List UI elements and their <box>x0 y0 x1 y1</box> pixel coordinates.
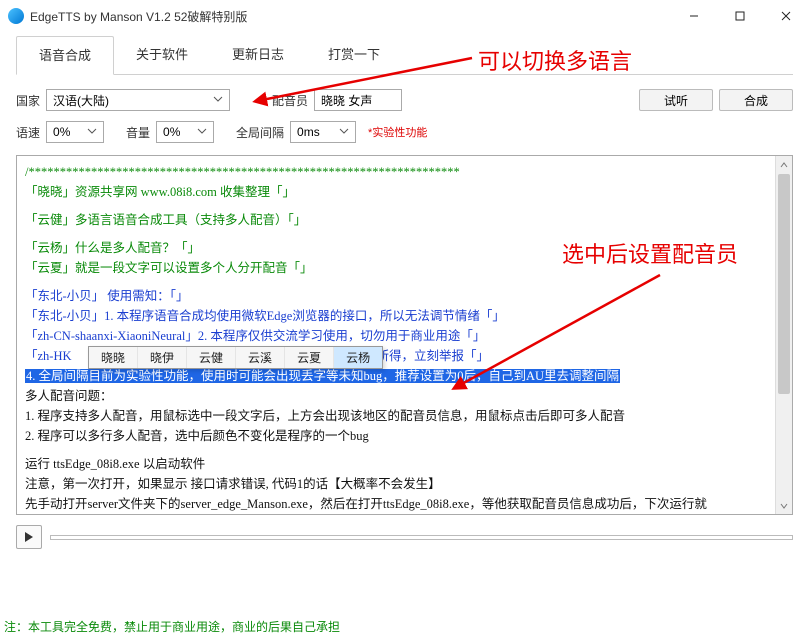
progress-slider[interactable] <box>50 535 793 540</box>
speed-value: 0% <box>53 125 70 139</box>
editor-line: 先手动打开server文件夹下的server_edge_Manson.exe，然… <box>25 494 767 514</box>
titlebar: EdgeTTS by Manson V1.2 52破解特别版 <box>0 0 809 32</box>
tab-donate[interactable]: 打赏一下 <box>306 36 402 74</box>
editor-line: /***************************************… <box>25 162 767 182</box>
tab-changelog[interactable]: 更新日志 <box>210 36 306 74</box>
voice-option[interactable]: 云健 <box>187 347 236 368</box>
window-controls <box>671 0 809 32</box>
player-bar <box>16 525 793 549</box>
editor-line: 注意，第一次打开，如果显示 接口请求错误, 代码1的话【大概率不会发生】 <box>25 474 767 494</box>
row-params: 语速 0% 音量 0% 全局间隔 0ms *实验性功能 <box>16 121 793 143</box>
vertical-scrollbar[interactable] <box>775 156 792 514</box>
tab-about[interactable]: 关于软件 <box>114 36 210 74</box>
text-editor[interactable]: /***************************************… <box>16 155 793 515</box>
footer-note: 注：本工具完全免费，禁止用于商业用途，商业的后果自己承担 <box>0 612 809 639</box>
voice-popup-menu: 晓晓 晓伊 云健 云溪 云夏 云杨 <box>88 346 383 369</box>
editor-line: 2. 程序可以多行多人配音，选中后颜色不变化是程序的一个bug <box>25 426 767 446</box>
chevron-down-icon <box>197 125 207 139</box>
editor-line: 「东北-小贝」 使用需知：「」 <box>25 289 189 303</box>
voice-actor-value: 晓晓 女声 <box>321 92 372 109</box>
editor-line: 多人配音问题： <box>25 386 767 406</box>
editor-line: 「云夏」就是一段文字可以设置多个人分开配音「」 <box>25 261 313 275</box>
speed-select[interactable]: 0% <box>46 121 104 143</box>
editor-line: 1. 程序支持多人配音，用鼠标选中一段文字后，上方会出现该地区的配音员信息，用鼠… <box>25 406 767 426</box>
app-icon <box>8 8 24 24</box>
chevron-down-icon <box>213 93 223 107</box>
scrollbar-thumb[interactable] <box>778 174 790 394</box>
voice-option[interactable]: 晓伊 <box>138 347 187 368</box>
voice-option[interactable]: 云夏 <box>285 347 334 368</box>
close-button[interactable] <box>763 0 809 32</box>
window-title: EdgeTTS by Manson V1.2 52破解特别版 <box>30 8 671 25</box>
speed-label: 语速 <box>16 124 40 141</box>
voice-actor-label: 配音员 <box>272 92 308 109</box>
editor-line: 「zh-CN-shaanxi-XiaoniNeural」2. 本程序仅供交流学习… <box>25 329 485 343</box>
voice-actor-select[interactable]: 晓晓 女声 <box>314 89 402 111</box>
scroll-down-icon[interactable] <box>776 497 792 514</box>
scroll-up-icon[interactable] <box>776 156 792 173</box>
editor-line: 「云杨」什么是多人配音？「」 <box>25 241 200 255</box>
volume-select[interactable]: 0% <box>156 121 214 143</box>
chevron-down-icon <box>87 125 97 139</box>
row-main-controls: 国家 汉语(大陆) 配音员 晓晓 女声 试听 合成 <box>16 89 793 111</box>
minimize-button[interactable] <box>671 0 717 32</box>
volume-value: 0% <box>163 125 180 139</box>
maximize-button[interactable] <box>717 0 763 32</box>
volume-label: 音量 <box>126 124 150 141</box>
country-label: 国家 <box>16 92 40 109</box>
chevron-down-icon <box>339 125 349 139</box>
editor-line: 「晓晓」资源共享网 www.08i8.com 收集整理「」 <box>25 185 295 199</box>
country-value: 汉语(大陆) <box>53 92 109 109</box>
voice-option[interactable]: 云溪 <box>236 347 285 368</box>
voice-option-selected[interactable]: 云杨 <box>334 347 382 368</box>
play-button[interactable] <box>16 525 42 549</box>
editor-line: 运行 ttsEdge_08i8.exe 以启动软件 <box>25 454 767 474</box>
tab-bar: 语音合成 关于软件 更新日志 打赏一下 <box>16 36 793 75</box>
interval-value: 0ms <box>297 125 320 139</box>
experimental-label: *实验性功能 <box>368 124 427 140</box>
synthesize-button[interactable]: 合成 <box>719 89 793 111</box>
country-select[interactable]: 汉语(大陆) <box>46 89 230 111</box>
interval-label: 全局间隔 <box>236 124 284 141</box>
play-icon <box>24 531 34 543</box>
editor-line: 所得，立刻举报「」 <box>377 349 490 363</box>
editor-line: 「zh-HK <box>25 349 72 363</box>
editor-line: 「东北-小贝」1. 本程序语音合成均使用微软Edge浏览器的接口，所以无法调节情… <box>25 309 505 323</box>
editor-selected-line: 4. 全局间隔目前为实验性功能，使用时可能会出现丢字等未知bug，推荐设置为0后… <box>25 369 620 383</box>
voice-option[interactable]: 晓晓 <box>89 347 138 368</box>
editor-line: 「云健」多语言语音合成工具（支持多人配音）「」 <box>25 213 306 227</box>
tab-synthesis[interactable]: 语音合成 <box>16 36 114 75</box>
interval-select[interactable]: 0ms <box>290 121 356 143</box>
preview-button[interactable]: 试听 <box>639 89 713 111</box>
